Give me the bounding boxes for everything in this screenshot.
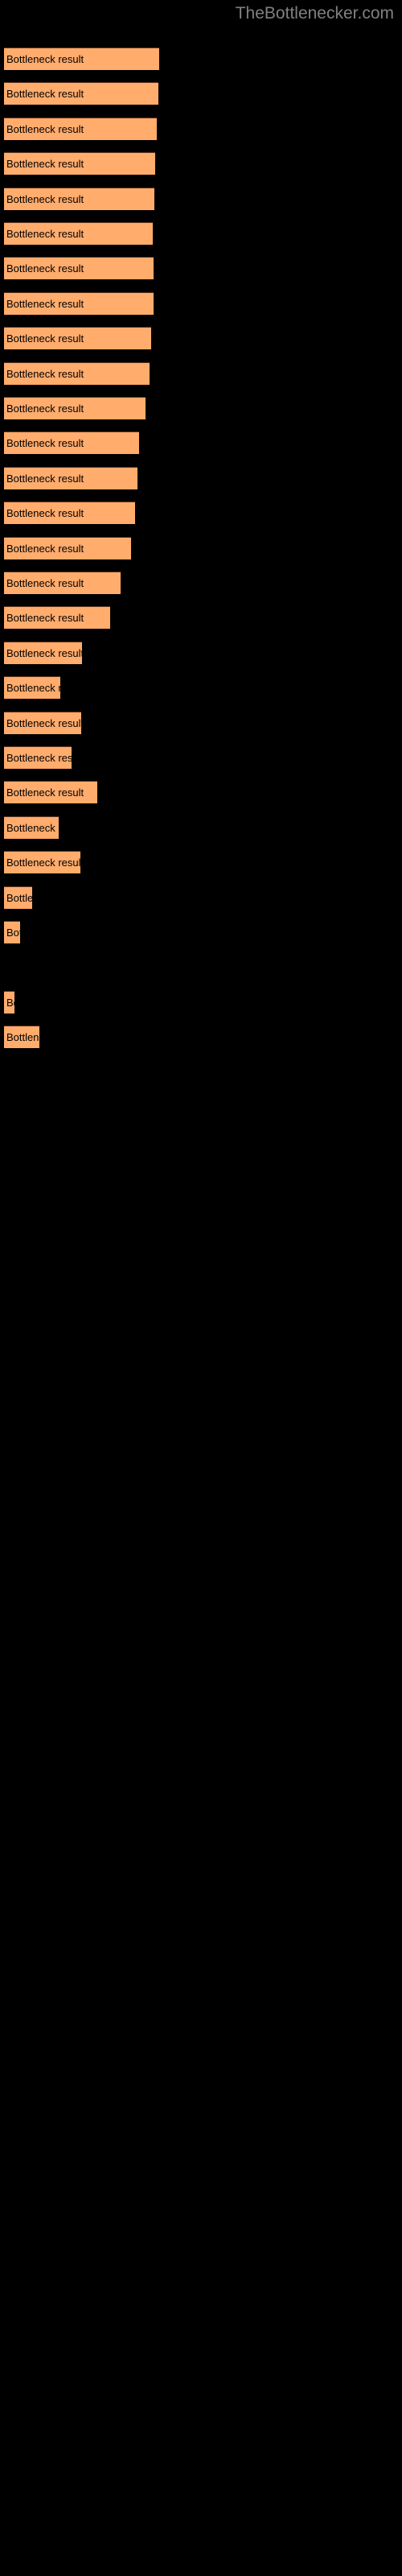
bar[interactable]: Bottleneck result — [4, 572, 121, 594]
bar-row[interactable]: Bottleneck result — [4, 431, 139, 455]
bar-label: Bottleneck result — [6, 402, 84, 415]
bar[interactable]: Bottleneck result — [4, 781, 97, 804]
bar-row[interactable]: Bottleneck result — [4, 47, 159, 70]
bar-label: Bottleneck result — [6, 507, 84, 520]
bar-row[interactable]: Bottleneck result — [4, 1026, 39, 1049]
bar[interactable]: Bottleneck result — [4, 536, 131, 559]
bar-row[interactable]: Bottleneck result — [4, 746, 72, 769]
bar-row[interactable]: Bottleneck result — [4, 291, 154, 315]
bar-row[interactable]: Bottleneck result — [4, 921, 20, 943]
bar-chart: Bottleneck result Bottleneck result Bottle… — [0, 0, 402, 2576]
bar[interactable]: Bottleneck result — [4, 152, 155, 175]
bar-label: Bottleneck result — [6, 612, 84, 625]
bar-label: Bottleneck result — [6, 88, 84, 101]
bar-row[interactable]: Bottleneck result — [4, 187, 154, 210]
bar-label: Bottleneck result — [6, 332, 84, 345]
bar-row[interactable]: Bottleneck result — [4, 886, 32, 909]
bar-label: Bottleneck result — [6, 297, 84, 310]
bar[interactable]: Bottleneck result — [4, 82, 158, 105]
bar[interactable]: Bottleneck result — [4, 886, 32, 909]
bar-row[interactable]: Bottleneck result — [4, 222, 153, 245]
bar-label: Bottleneck result — [6, 577, 84, 589]
bottleneck-chart-page: TheBottlenecker.com Bottleneck result Bot… — [0, 0, 402, 2576]
bar-row[interactable]: Bottleneck result — [4, 572, 121, 594]
bar[interactable]: Bottleneck result — [4, 746, 72, 769]
bar-row[interactable]: Bottleneck result — [4, 641, 82, 664]
bar[interactable]: Bottleneck result — [4, 502, 135, 525]
bar[interactable]: Bottleneck result — [4, 641, 82, 664]
bar-label: Bottleneck result — [6, 646, 82, 659]
bar-label: Bottleneck result — [6, 821, 59, 834]
bar-row[interactable]: Bottleneck result — [4, 781, 97, 804]
bar-row[interactable]: Bottleneck result — [4, 606, 110, 630]
bar-row[interactable]: Bottleneck result — [4, 152, 155, 175]
bar[interactable]: Bottleneck result — [4, 187, 154, 210]
bar[interactable]: Bottleneck result — [4, 47, 159, 70]
bar[interactable]: Bottleneck result — [4, 117, 157, 140]
bar[interactable]: Bottleneck result — [4, 606, 110, 630]
bar-row[interactable]: Bottleneck result — [4, 676, 60, 700]
bar[interactable]: Bottleneck result — [4, 676, 60, 700]
bar[interactable]: Bottleneck result — [4, 327, 151, 350]
bar-label: Bottleneck result — [6, 437, 84, 450]
bar-row[interactable]: Bottleneck result — [4, 851, 80, 874]
bar-row[interactable]: Bottleneck result — [4, 82, 158, 105]
bar-row[interactable]: Bottleneck result — [4, 502, 135, 525]
bar[interactable]: Bottleneck result — [4, 361, 150, 385]
bar[interactable]: Bottleneck result — [4, 990, 14, 1013]
bar-row[interactable]: Bottleneck result — [4, 815, 59, 839]
bar[interactable]: Bottleneck result — [4, 711, 81, 734]
bar[interactable]: Bottleneck result — [4, 1026, 39, 1049]
bar-row[interactable]: Bottleneck result — [4, 466, 137, 489]
bar-row[interactable]: Bottleneck result — [4, 711, 81, 734]
bar[interactable]: Bottleneck result — [4, 431, 139, 455]
bar-label: Bottleneck result — [6, 682, 60, 695]
bar[interactable]: Bottleneck result — [4, 921, 20, 943]
bar-label: Bottleneck result — [6, 716, 81, 729]
bar-label: Bottleneck result — [6, 158, 84, 171]
bar-row[interactable]: Bottleneck result — [4, 536, 131, 559]
bar-label: Bottleneck result — [6, 228, 84, 240]
bar-label: Bottleneck result — [6, 857, 80, 869]
bar-label: Bottleneck result — [6, 472, 84, 485]
bar-label: Bottleneck result — [6, 53, 84, 65]
bar[interactable]: Bottleneck result — [4, 291, 154, 315]
bar-row[interactable]: Bottleneck result — [4, 327, 151, 350]
bar-label: Bottleneck result — [6, 891, 32, 904]
bar-row[interactable]: Bottleneck result — [4, 117, 157, 140]
bar[interactable]: Bottleneck result — [4, 257, 154, 280]
bar-label: Bottleneck result — [6, 786, 84, 799]
bar-label: Bottleneck result — [6, 262, 84, 275]
bar-row[interactable]: Bottleneck result — [4, 990, 14, 1013]
bar[interactable]: Bottleneck result — [4, 815, 59, 839]
bar-row[interactable]: Bottleneck result — [4, 257, 154, 280]
bar-label: Bottleneck result — [6, 192, 84, 205]
bar-row[interactable]: Bottleneck result — [4, 361, 150, 385]
bar-label: Bottleneck result — [6, 542, 84, 555]
bar[interactable]: Bottleneck result — [4, 222, 153, 245]
bar[interactable]: Bottleneck result — [4, 397, 146, 419]
bar-label: Bottleneck result — [6, 752, 72, 764]
bar-row[interactable]: Bottleneck result — [4, 397, 146, 419]
bar-label: Bottleneck result — [6, 927, 20, 939]
bar[interactable]: Bottleneck result — [4, 466, 137, 489]
bar-label: Bottleneck result — [6, 996, 14, 1009]
bar-label: Bottleneck result — [6, 122, 84, 135]
bar-label: Bottleneck result — [6, 367, 84, 380]
bar[interactable]: Bottleneck result — [4, 851, 80, 874]
bar-label: Bottleneck result — [6, 1031, 39, 1044]
